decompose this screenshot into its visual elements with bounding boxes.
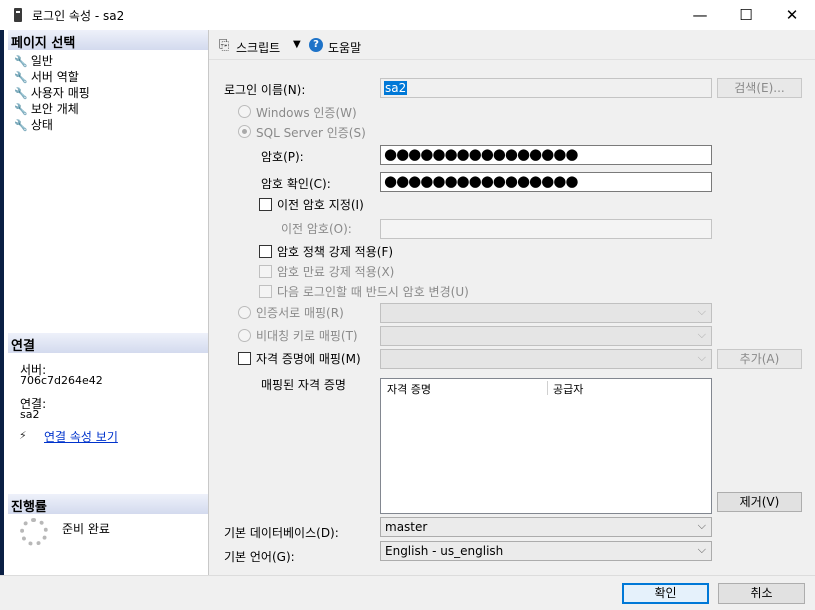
map-credential-label: 자격 증명에 매핑(M)	[256, 352, 361, 366]
sql-auth-label: SQL Server 인증(S)	[256, 126, 366, 140]
remove-credential-button[interactable]: 제거(V)	[717, 492, 802, 512]
windows-auth-label: Windows 인증(W)	[256, 106, 357, 120]
certificate-select[interactable]: ⌵	[380, 303, 712, 323]
page-item-securables[interactable]: 🔧 보안 개체	[14, 100, 79, 117]
server-value: 706c7d264e42	[20, 374, 103, 387]
old-password-label: 이전 암호(O):	[281, 222, 352, 236]
wrench-icon: 🔧	[14, 55, 28, 68]
script-dropdown-icon[interactable]: ▼	[293, 39, 301, 50]
chevron-down-icon: ⌵	[697, 328, 706, 341]
specify-old-password-checkbox[interactable]	[259, 198, 272, 211]
provider-column-header[interactable]: 공급자	[553, 381, 583, 397]
map-certificate-label: 인증서로 매핑(R)	[256, 306, 344, 320]
mapped-credentials-label: 매핑된 자격 증명	[261, 378, 346, 392]
login-name-input[interactable]: sa2	[380, 78, 712, 98]
specify-old-password-label: 이전 암호 지정(I)	[277, 198, 364, 212]
enforce-expiration-checkbox[interactable]	[259, 265, 272, 278]
confirm-password-label: 암호 확인(C):	[261, 177, 331, 191]
connection-value: sa2	[20, 408, 40, 421]
page-select-header: 페이지 선택	[8, 30, 212, 51]
map-certificate-radio[interactable]	[238, 306, 251, 319]
chevron-down-icon: ⌵	[697, 305, 706, 318]
ok-button[interactable]: 확인	[622, 583, 709, 604]
default-database-label: 기본 데이터베이스(D):	[224, 526, 339, 540]
default-database-select[interactable]: master ⌵	[380, 517, 712, 537]
confirm-password-input[interactable]: ●●●●●●●●●●●●●●●●	[380, 172, 712, 192]
must-change-checkbox[interactable]	[259, 285, 272, 298]
wrench-icon: 🔧	[14, 71, 28, 84]
enforce-policy-checkbox[interactable]	[259, 245, 272, 258]
window-title: 로그인 속성 - sa2	[32, 9, 125, 23]
maximize-button[interactable]: ☐	[723, 0, 769, 30]
script-button[interactable]: 스크립트	[236, 39, 280, 56]
dialog-footer: 확인 취소	[0, 575, 815, 610]
wrench-icon: 🔧	[14, 103, 28, 116]
page-item-general[interactable]: 🔧 일반	[14, 52, 53, 69]
enforce-expiration-label: 암호 만료 강제 적용(X)	[277, 265, 395, 279]
progress-header: 진행률	[8, 494, 212, 515]
windows-auth-radio[interactable]	[238, 105, 251, 118]
login-name-label: 로그인 이름(N):	[224, 83, 306, 97]
wrench-icon: 🔧	[14, 87, 28, 100]
add-credential-button[interactable]: 추가(A)	[717, 349, 802, 369]
view-connection-properties-link[interactable]: 연결 속성 보기	[44, 428, 118, 445]
chevron-down-icon: ⌵	[697, 519, 706, 532]
title-bar: 로그인 속성 - sa2 — ☐ ✕	[0, 0, 815, 30]
main-pane: ⎘ 스크립트 ▼ ? 도움말 로그인 이름(N): sa2 검색(E)... W…	[208, 30, 815, 575]
help-button[interactable]: 도움말	[328, 39, 361, 56]
connection-properties-icon: ⚡	[19, 429, 27, 442]
must-change-label: 다음 로그인할 때 반드시 암호 변경(U)	[277, 285, 469, 299]
map-asymmetric-key-radio[interactable]	[238, 329, 251, 342]
credential-select[interactable]: ⌵	[380, 349, 712, 369]
old-password-input[interactable]	[380, 219, 712, 239]
sql-auth-radio[interactable]	[238, 125, 251, 138]
page-item-status[interactable]: 🔧 상태	[14, 116, 53, 133]
credential-column-header[interactable]: 자격 증명	[387, 381, 431, 397]
toolbar: ⎘ 스크립트 ▼ ? 도움말	[209, 30, 815, 60]
help-icon[interactable]: ?	[309, 38, 323, 52]
cancel-button[interactable]: 취소	[718, 583, 805, 604]
enforce-policy-label: 암호 정책 강제 적용(F)	[277, 245, 394, 259]
minimize-button[interactable]: —	[677, 0, 723, 30]
map-asymmetric-key-label: 비대칭 키로 매핑(T)	[256, 329, 358, 343]
left-pane: 페이지 선택 🔧 일반 🔧 서버 역할 🔧 사용자 매핑 🔧 보안 개체 🔧 상…	[0, 30, 212, 575]
connection-header: 연결	[8, 333, 212, 354]
chevron-down-icon: ⌵	[697, 543, 706, 556]
mapped-credentials-list[interactable]: 자격 증명 공급자	[380, 378, 712, 514]
map-credential-checkbox[interactable]	[238, 352, 251, 365]
chevron-down-icon: ⌵	[697, 351, 706, 364]
default-language-label: 기본 언어(G):	[224, 550, 295, 564]
password-label: 암호(P):	[261, 150, 304, 164]
script-icon[interactable]: ⎘	[219, 38, 229, 53]
password-input[interactable]: ●●●●●●●●●●●●●●●●	[380, 145, 712, 165]
page-item-server-roles[interactable]: 🔧 서버 역할	[14, 68, 79, 85]
search-button[interactable]: 검색(E)...	[717, 78, 802, 98]
close-button[interactable]: ✕	[769, 0, 815, 30]
page-item-user-mapping[interactable]: 🔧 사용자 매핑	[14, 84, 90, 101]
default-language-select[interactable]: English - us_english ⌵	[380, 541, 712, 561]
wrench-icon: 🔧	[14, 119, 28, 132]
progress-status: 준비 완료	[62, 522, 110, 536]
asymmetric-key-select[interactable]: ⌵	[380, 326, 712, 346]
column-separator	[547, 381, 548, 395]
app-icon	[14, 8, 22, 22]
progress-spinner-icon	[20, 518, 48, 546]
